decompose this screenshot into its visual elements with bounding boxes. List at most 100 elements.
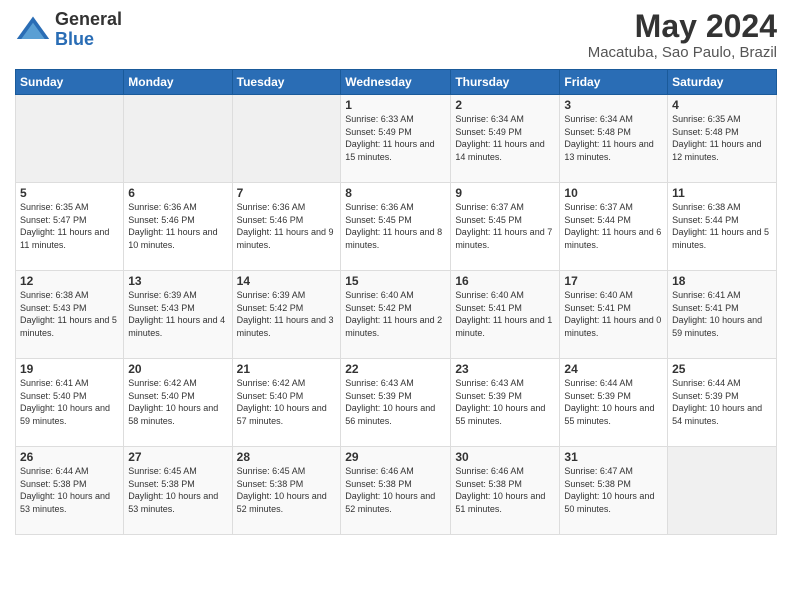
- day-info: Sunrise: 6:42 AM Sunset: 5:40 PM Dayligh…: [128, 377, 227, 427]
- calendar-cell-w2-d5: 9Sunrise: 6:37 AM Sunset: 5:45 PM Daylig…: [451, 183, 560, 271]
- calendar-cell-w1-d4: 1Sunrise: 6:33 AM Sunset: 5:49 PM Daylig…: [341, 95, 451, 183]
- day-info: Sunrise: 6:40 AM Sunset: 5:42 PM Dayligh…: [345, 289, 446, 339]
- day-number: 30: [455, 450, 555, 464]
- day-info: Sunrise: 6:33 AM Sunset: 5:49 PM Dayligh…: [345, 113, 446, 163]
- calendar-cell-w2-d7: 11Sunrise: 6:38 AM Sunset: 5:44 PM Dayli…: [668, 183, 777, 271]
- calendar-cell-w1-d7: 4Sunrise: 6:35 AM Sunset: 5:48 PM Daylig…: [668, 95, 777, 183]
- location-text: Macatuba, Sao Paulo, Brazil: [588, 44, 777, 61]
- header-tuesday: Tuesday: [232, 70, 341, 95]
- calendar-cell-w5-d1: 26Sunrise: 6:44 AM Sunset: 5:38 PM Dayli…: [16, 447, 124, 535]
- day-info: Sunrise: 6:40 AM Sunset: 5:41 PM Dayligh…: [455, 289, 555, 339]
- calendar-cell-w3-d3: 14Sunrise: 6:39 AM Sunset: 5:42 PM Dayli…: [232, 271, 341, 359]
- day-number: 8: [345, 186, 446, 200]
- header-sunday: Sunday: [16, 70, 124, 95]
- day-info: Sunrise: 6:40 AM Sunset: 5:41 PM Dayligh…: [564, 289, 663, 339]
- day-number: 2: [455, 98, 555, 112]
- day-number: 25: [672, 362, 772, 376]
- day-number: 6: [128, 186, 227, 200]
- calendar-table: Sunday Monday Tuesday Wednesday Thursday…: [15, 69, 777, 535]
- day-number: 17: [564, 274, 663, 288]
- calendar-week-1: 1Sunrise: 6:33 AM Sunset: 5:49 PM Daylig…: [16, 95, 777, 183]
- logo-text: General Blue: [55, 10, 122, 50]
- day-info: Sunrise: 6:42 AM Sunset: 5:40 PM Dayligh…: [237, 377, 337, 427]
- day-info: Sunrise: 6:34 AM Sunset: 5:49 PM Dayligh…: [455, 113, 555, 163]
- calendar-cell-w4-d6: 24Sunrise: 6:44 AM Sunset: 5:39 PM Dayli…: [560, 359, 668, 447]
- calendar-cell-w3-d4: 15Sunrise: 6:40 AM Sunset: 5:42 PM Dayli…: [341, 271, 451, 359]
- calendar-cell-w2-d3: 7Sunrise: 6:36 AM Sunset: 5:46 PM Daylig…: [232, 183, 341, 271]
- calendar-cell-w3-d2: 13Sunrise: 6:39 AM Sunset: 5:43 PM Dayli…: [124, 271, 232, 359]
- day-number: 18: [672, 274, 772, 288]
- calendar-cell-w1-d6: 3Sunrise: 6:34 AM Sunset: 5:48 PM Daylig…: [560, 95, 668, 183]
- day-info: Sunrise: 6:39 AM Sunset: 5:43 PM Dayligh…: [128, 289, 227, 339]
- day-number: 31: [564, 450, 663, 464]
- day-info: Sunrise: 6:44 AM Sunset: 5:38 PM Dayligh…: [20, 465, 119, 515]
- day-number: 29: [345, 450, 446, 464]
- calendar-cell-w5-d3: 28Sunrise: 6:45 AM Sunset: 5:38 PM Dayli…: [232, 447, 341, 535]
- day-number: 16: [455, 274, 555, 288]
- calendar-cell-w3-d7: 18Sunrise: 6:41 AM Sunset: 5:41 PM Dayli…: [668, 271, 777, 359]
- calendar-cell-w2-d2: 6Sunrise: 6:36 AM Sunset: 5:46 PM Daylig…: [124, 183, 232, 271]
- day-info: Sunrise: 6:43 AM Sunset: 5:39 PM Dayligh…: [455, 377, 555, 427]
- calendar-cell-w2-d4: 8Sunrise: 6:36 AM Sunset: 5:45 PM Daylig…: [341, 183, 451, 271]
- day-number: 23: [455, 362, 555, 376]
- day-info: Sunrise: 6:46 AM Sunset: 5:38 PM Dayligh…: [345, 465, 446, 515]
- logo-general-text: General: [55, 10, 122, 30]
- day-number: 3: [564, 98, 663, 112]
- day-info: Sunrise: 6:41 AM Sunset: 5:41 PM Dayligh…: [672, 289, 772, 339]
- day-number: 28: [237, 450, 337, 464]
- calendar-cell-w1-d5: 2Sunrise: 6:34 AM Sunset: 5:49 PM Daylig…: [451, 95, 560, 183]
- calendar-header-row: Sunday Monday Tuesday Wednesday Thursday…: [16, 70, 777, 95]
- day-info: Sunrise: 6:39 AM Sunset: 5:42 PM Dayligh…: [237, 289, 337, 339]
- day-info: Sunrise: 6:47 AM Sunset: 5:38 PM Dayligh…: [564, 465, 663, 515]
- day-number: 20: [128, 362, 227, 376]
- day-number: 15: [345, 274, 446, 288]
- day-info: Sunrise: 6:38 AM Sunset: 5:44 PM Dayligh…: [672, 201, 772, 251]
- day-number: 21: [237, 362, 337, 376]
- calendar-week-4: 19Sunrise: 6:41 AM Sunset: 5:40 PM Dayli…: [16, 359, 777, 447]
- calendar-cell-w5-d4: 29Sunrise: 6:46 AM Sunset: 5:38 PM Dayli…: [341, 447, 451, 535]
- day-info: Sunrise: 6:35 AM Sunset: 5:48 PM Dayligh…: [672, 113, 772, 163]
- day-number: 11: [672, 186, 772, 200]
- header-thursday: Thursday: [451, 70, 560, 95]
- logo-blue-text: Blue: [55, 30, 122, 50]
- day-number: 22: [345, 362, 446, 376]
- day-number: 14: [237, 274, 337, 288]
- day-number: 7: [237, 186, 337, 200]
- calendar-cell-w4-d4: 22Sunrise: 6:43 AM Sunset: 5:39 PM Dayli…: [341, 359, 451, 447]
- calendar-cell-w1-d1: [16, 95, 124, 183]
- day-number: 19: [20, 362, 119, 376]
- day-info: Sunrise: 6:44 AM Sunset: 5:39 PM Dayligh…: [564, 377, 663, 427]
- header-monday: Monday: [124, 70, 232, 95]
- day-info: Sunrise: 6:44 AM Sunset: 5:39 PM Dayligh…: [672, 377, 772, 427]
- month-year-title: May 2024: [588, 10, 777, 42]
- day-number: 10: [564, 186, 663, 200]
- calendar-cell-w2-d1: 5Sunrise: 6:35 AM Sunset: 5:47 PM Daylig…: [16, 183, 124, 271]
- day-number: 1: [345, 98, 446, 112]
- day-number: 12: [20, 274, 119, 288]
- calendar-cell-w5-d6: 31Sunrise: 6:47 AM Sunset: 5:38 PM Dayli…: [560, 447, 668, 535]
- calendar-cell-w3-d5: 16Sunrise: 6:40 AM Sunset: 5:41 PM Dayli…: [451, 271, 560, 359]
- day-info: Sunrise: 6:37 AM Sunset: 5:44 PM Dayligh…: [564, 201, 663, 251]
- logo: General Blue: [15, 10, 122, 50]
- calendar-cell-w4-d7: 25Sunrise: 6:44 AM Sunset: 5:39 PM Dayli…: [668, 359, 777, 447]
- header-wednesday: Wednesday: [341, 70, 451, 95]
- calendar-week-2: 5Sunrise: 6:35 AM Sunset: 5:47 PM Daylig…: [16, 183, 777, 271]
- calendar-cell-w5-d7: [668, 447, 777, 535]
- day-info: Sunrise: 6:46 AM Sunset: 5:38 PM Dayligh…: [455, 465, 555, 515]
- title-section: May 2024 Macatuba, Sao Paulo, Brazil: [588, 10, 777, 61]
- calendar-cell-w1-d2: [124, 95, 232, 183]
- day-number: 27: [128, 450, 227, 464]
- day-number: 9: [455, 186, 555, 200]
- day-info: Sunrise: 6:36 AM Sunset: 5:45 PM Dayligh…: [345, 201, 446, 251]
- day-info: Sunrise: 6:35 AM Sunset: 5:47 PM Dayligh…: [20, 201, 119, 251]
- day-info: Sunrise: 6:36 AM Sunset: 5:46 PM Dayligh…: [237, 201, 337, 251]
- day-number: 5: [20, 186, 119, 200]
- day-number: 26: [20, 450, 119, 464]
- calendar-cell-w5-d2: 27Sunrise: 6:45 AM Sunset: 5:38 PM Dayli…: [124, 447, 232, 535]
- header-friday: Friday: [560, 70, 668, 95]
- calendar-week-5: 26Sunrise: 6:44 AM Sunset: 5:38 PM Dayli…: [16, 447, 777, 535]
- day-info: Sunrise: 6:37 AM Sunset: 5:45 PM Dayligh…: [455, 201, 555, 251]
- header-saturday: Saturday: [668, 70, 777, 95]
- calendar-cell-w4-d3: 21Sunrise: 6:42 AM Sunset: 5:40 PM Dayli…: [232, 359, 341, 447]
- day-info: Sunrise: 6:45 AM Sunset: 5:38 PM Dayligh…: [128, 465, 227, 515]
